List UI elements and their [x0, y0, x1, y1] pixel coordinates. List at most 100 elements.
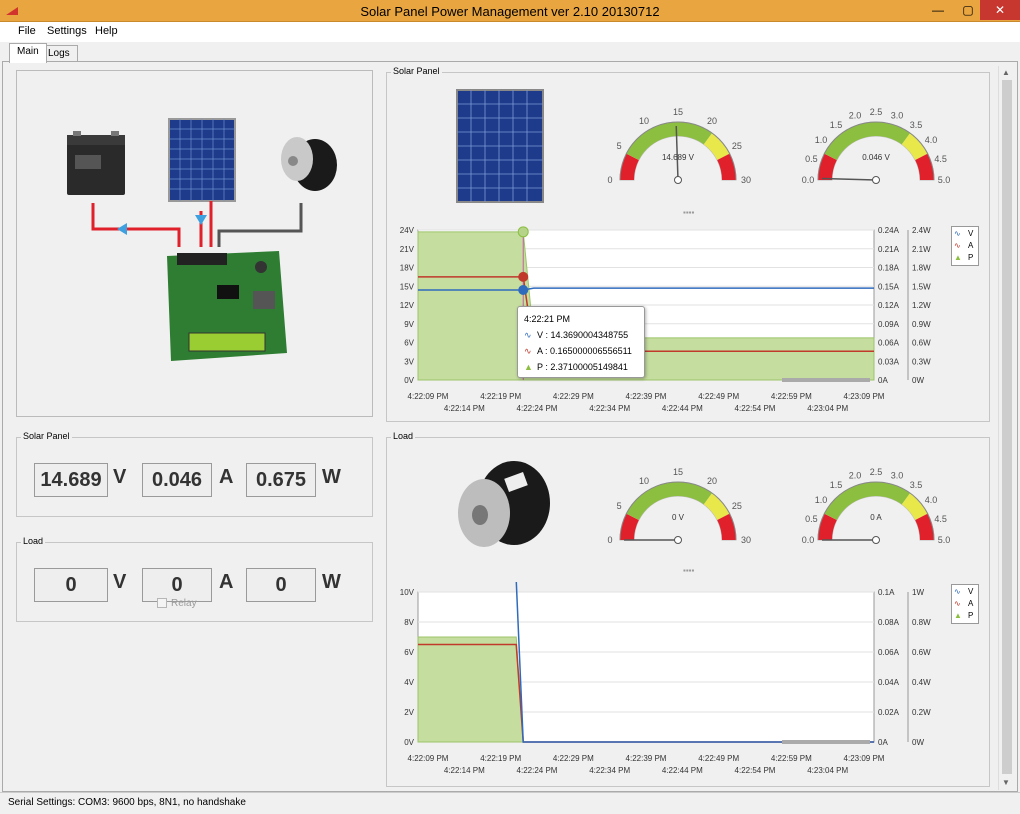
load-chart-x-tick: 4:22:34 PM	[589, 766, 630, 775]
solar-current-gauge-tick-label: 3.5	[910, 120, 923, 130]
legend-item-a: ∿ A	[954, 599, 974, 608]
legend-item-a: ∿ A	[954, 241, 974, 250]
load-chart-y-mid-tick: 0A	[878, 738, 888, 747]
solar-chart-x-tick: 4:22:44 PM	[662, 404, 703, 413]
solar-chart-y-mid-tick: 0.18A	[878, 264, 900, 273]
tooltip-p: ▲ P : 2.37100005149841	[524, 362, 628, 372]
solar-chart-y-mid-tick: 0.24A	[878, 226, 900, 235]
solar-voltage-gauge-band-3	[717, 153, 736, 181]
solar-voltage-gauge-tick-label: 5	[617, 141, 622, 151]
load-chart-y-right-tick: 0.6W	[912, 648, 931, 657]
load-chart-x-tick: 4:22:49 PM	[698, 754, 739, 763]
load-chart-y-mid-tick: 0.1A	[878, 588, 895, 597]
load-power-readout: 0	[246, 568, 316, 602]
solar-power-unit: W	[322, 466, 341, 488]
close-button[interactable]: ✕	[980, 0, 1020, 20]
load-voltage-gauge-readout: 0 V	[672, 513, 685, 522]
controller-board-image	[167, 251, 287, 361]
solar-current-gauge-tick-label: 5.0	[938, 175, 951, 185]
system-diagram-panel	[16, 70, 373, 417]
relay-label: Relay	[171, 598, 197, 609]
legend-item-v: ∿ V	[954, 229, 974, 238]
solar-chart-x-tick: 4:23:09 PM	[844, 392, 885, 401]
solar-chart-cursor-point-a	[518, 271, 529, 282]
maximize-button[interactable]: ▢	[955, 0, 981, 20]
solar-voltage-gauge: 0 5 10 15 20 25 30 14.689 V	[607, 107, 751, 185]
load-chart-x-tick: 4:22:54 PM	[735, 766, 776, 775]
load-current-readout: 0	[142, 568, 212, 602]
load-chart-x-tick: 4:22:59 PM	[771, 754, 812, 763]
load-current-gauge-readout: 0 A	[870, 513, 882, 522]
solar-voltage-gauge-tick-label: 10	[639, 116, 649, 126]
solar-current-gauge-band-0	[818, 153, 837, 181]
load-chart-x-tick: 4:22:39 PM	[626, 754, 667, 763]
solar-voltage-unit: V	[113, 466, 127, 488]
load-chart-y-left-tick: 10V	[400, 588, 415, 597]
window-title: Solar Panel Power Management ver 2.10 20…	[360, 4, 660, 19]
load-chart-y-left-tick: 8V	[404, 618, 414, 627]
solar-chart-y-right-tick: 1.8W	[912, 264, 931, 273]
solar-chart-y-right-tick: 2.1W	[912, 245, 931, 254]
solar-current-gauge-tick-label: 3.0	[891, 110, 904, 120]
solar-voltage-gauge-tick-label: 30	[741, 175, 751, 185]
vertical-scrollbar[interactable]: ▲ ▼	[998, 66, 1014, 790]
load-voltage-gauge-tick-label: 20	[707, 476, 717, 486]
load-voltage-gauge-band-0	[620, 513, 639, 541]
solar-chart-y-mid-tick: 0.09A	[878, 320, 900, 329]
solar-chart-group-label: Solar Panel	[391, 66, 442, 76]
load-current-gauge-tick-label: 0.5	[805, 514, 818, 524]
solar-readout-group: Solar Panel 14.689 V 0.046 A 0.675 W	[16, 431, 373, 517]
solar-chart-x-tick: 4:22:49 PM	[698, 392, 739, 401]
load-voltage-gauge-tick-label: 30	[741, 535, 751, 545]
load-current-gauge-tick-label: 0.0	[802, 535, 815, 545]
scrollbar-thumb[interactable]	[1002, 80, 1012, 774]
load-chart-y-mid-tick: 0.02A	[878, 708, 900, 717]
load-readout-group-label: Load	[21, 536, 46, 546]
legend-item-p: ▲ P	[954, 611, 974, 620]
load-readout-group: Load 0 V 0 A 0 W	[16, 536, 373, 622]
load-chart-group-label: Load	[391, 431, 416, 441]
solar-chart-y-mid-tick: 0A	[878, 376, 888, 385]
solar-chart-x-tick: 4:22:59 PM	[771, 392, 812, 401]
load-chart-y-right-tick: 0.8W	[912, 618, 931, 627]
solar-chart-cursor-point-p	[517, 226, 529, 238]
load-voltage-gauge-band-3	[717, 513, 736, 541]
solar-chart-y-left-tick: 9V	[404, 320, 414, 329]
relay-checkbox[interactable]: Relay	[157, 598, 197, 609]
load-chart-y-right-tick: 0W	[912, 738, 924, 747]
load-voltage-unit: V	[113, 571, 127, 593]
solar-current-gauge-tick-label: 2.5	[870, 107, 883, 117]
battery-image	[67, 131, 125, 195]
solar-chart-y-left-tick: 6V	[404, 339, 414, 348]
scroll-up-icon[interactable]: ▲	[1002, 68, 1010, 77]
load-chart-y-right-tick: 0.4W	[912, 678, 931, 687]
solar-chart: 24V 0.24A 2.4W 21V 0.21A 2.1W 18V 0.18A 1.8W 15V 0…	[400, 226, 931, 413]
solar-chart-y-left-tick: 3V	[404, 357, 414, 366]
tab-strip: Main Logs	[0, 42, 1020, 63]
solar-voltage-gauge-readout: 14.689 V	[662, 153, 695, 162]
load-chart-y-mid-tick: 0.06A	[878, 648, 900, 657]
tab-main[interactable]: Main	[9, 43, 47, 63]
solar-power-readout: 0.675	[246, 463, 316, 497]
load-current-gauge-tick-label: 2.0	[849, 470, 862, 480]
solar-chart-y-mid-tick: 0.12A	[878, 301, 900, 310]
load-chart-x-tick: 4:22:14 PM	[444, 766, 485, 775]
scroll-down-icon[interactable]: ▼	[1002, 778, 1010, 787]
legend-item-v: ∿ V	[954, 587, 974, 596]
menu-file[interactable]: File	[18, 25, 36, 37]
load-chart-x-tick: 4:22:44 PM	[662, 766, 703, 775]
load-current-gauge-tick-label: 1.5	[830, 480, 843, 490]
load-current-gauge-tick-label: 3.0	[891, 470, 904, 480]
solar-voltage-gauge-band-0	[620, 153, 639, 181]
relay-checkbox-box[interactable]	[157, 598, 167, 609]
solar-chart-y-left-tick: 15V	[400, 282, 415, 291]
solar-chart-y-mid-tick: 0.06A	[878, 339, 900, 348]
solar-voltage-gauge-tick-label: 25	[732, 141, 742, 151]
minimize-button[interactable]: —	[925, 0, 951, 20]
solar-current-readout: 0.046	[142, 463, 212, 497]
menu-help[interactable]: Help	[95, 25, 118, 37]
menu-settings[interactable]: Settings	[47, 25, 87, 37]
solar-current-gauge-tick-label: 0.0	[802, 175, 815, 185]
solar-chart-y-left-tick: 12V	[400, 301, 415, 310]
load-divider-dots: ▪▪▪▪	[683, 566, 695, 575]
